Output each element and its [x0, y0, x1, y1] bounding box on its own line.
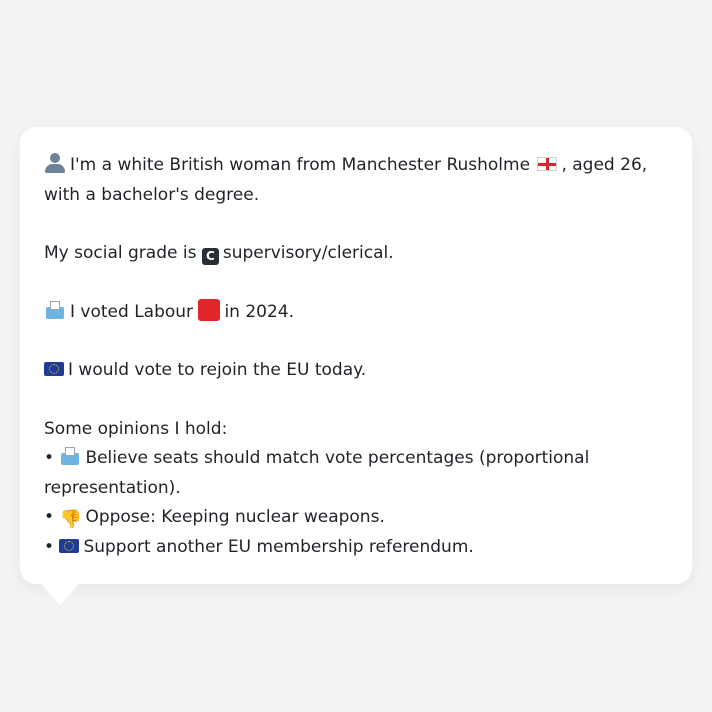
- bullet: •: [44, 536, 55, 557]
- bullet: •: [44, 448, 55, 468]
- eu-paragraph: I would vote to rejoin the EU today.: [44, 356, 670, 386]
- red-square-icon: [198, 298, 221, 321]
- ballot-box-icon: [59, 446, 81, 466]
- opinion-text: Oppose: Keeping nuclear weapons.: [85, 507, 385, 527]
- social-grade-paragraph: My social grade is Csupervisory/clerical…: [44, 239, 670, 269]
- opinion-item: • 👎 Oppose: Keeping nuclear weapons.: [44, 503, 670, 533]
- eu-flag-icon: [59, 538, 80, 553]
- vote-text-start: I voted Labour: [70, 301, 194, 322]
- eu-text: I would vote to rejoin the EU today.: [68, 360, 367, 380]
- opinion-text: Support another EU membership referendum…: [83, 536, 474, 557]
- social-grade-text-end: supervisory/clerical.: [222, 243, 394, 263]
- chat-bubble: I'm a white British woman from Mancheste…: [20, 127, 692, 584]
- identity-text-start: I'm a white British woman from Mancheste…: [70, 155, 531, 175]
- bubble-tail: [40, 583, 80, 605]
- social-grade-text-start: My social grade is: [44, 243, 197, 263]
- person-icon: [44, 153, 66, 173]
- vote-text-end: in 2024.: [224, 301, 295, 322]
- opinion-item: • Believe seats should match vote percen…: [44, 444, 670, 503]
- c-badge-icon: C: [201, 248, 219, 265]
- identity-paragraph: I'm a white British woman from Mancheste…: [44, 151, 670, 210]
- ballot-box-icon: [44, 300, 66, 320]
- eu-flag-icon: [44, 362, 64, 376]
- opinions-heading: Some opinions I hold:: [44, 418, 228, 439]
- bullet: •: [44, 507, 55, 527]
- thumbs-down-icon: 👎: [59, 509, 82, 530]
- england-flag-icon: [537, 157, 558, 171]
- vote-paragraph: I voted Labour in 2024.: [44, 298, 670, 328]
- opinion-text: Believe seats should match vote percenta…: [44, 448, 590, 498]
- opinion-item: • Support another EU membership referend…: [44, 533, 670, 563]
